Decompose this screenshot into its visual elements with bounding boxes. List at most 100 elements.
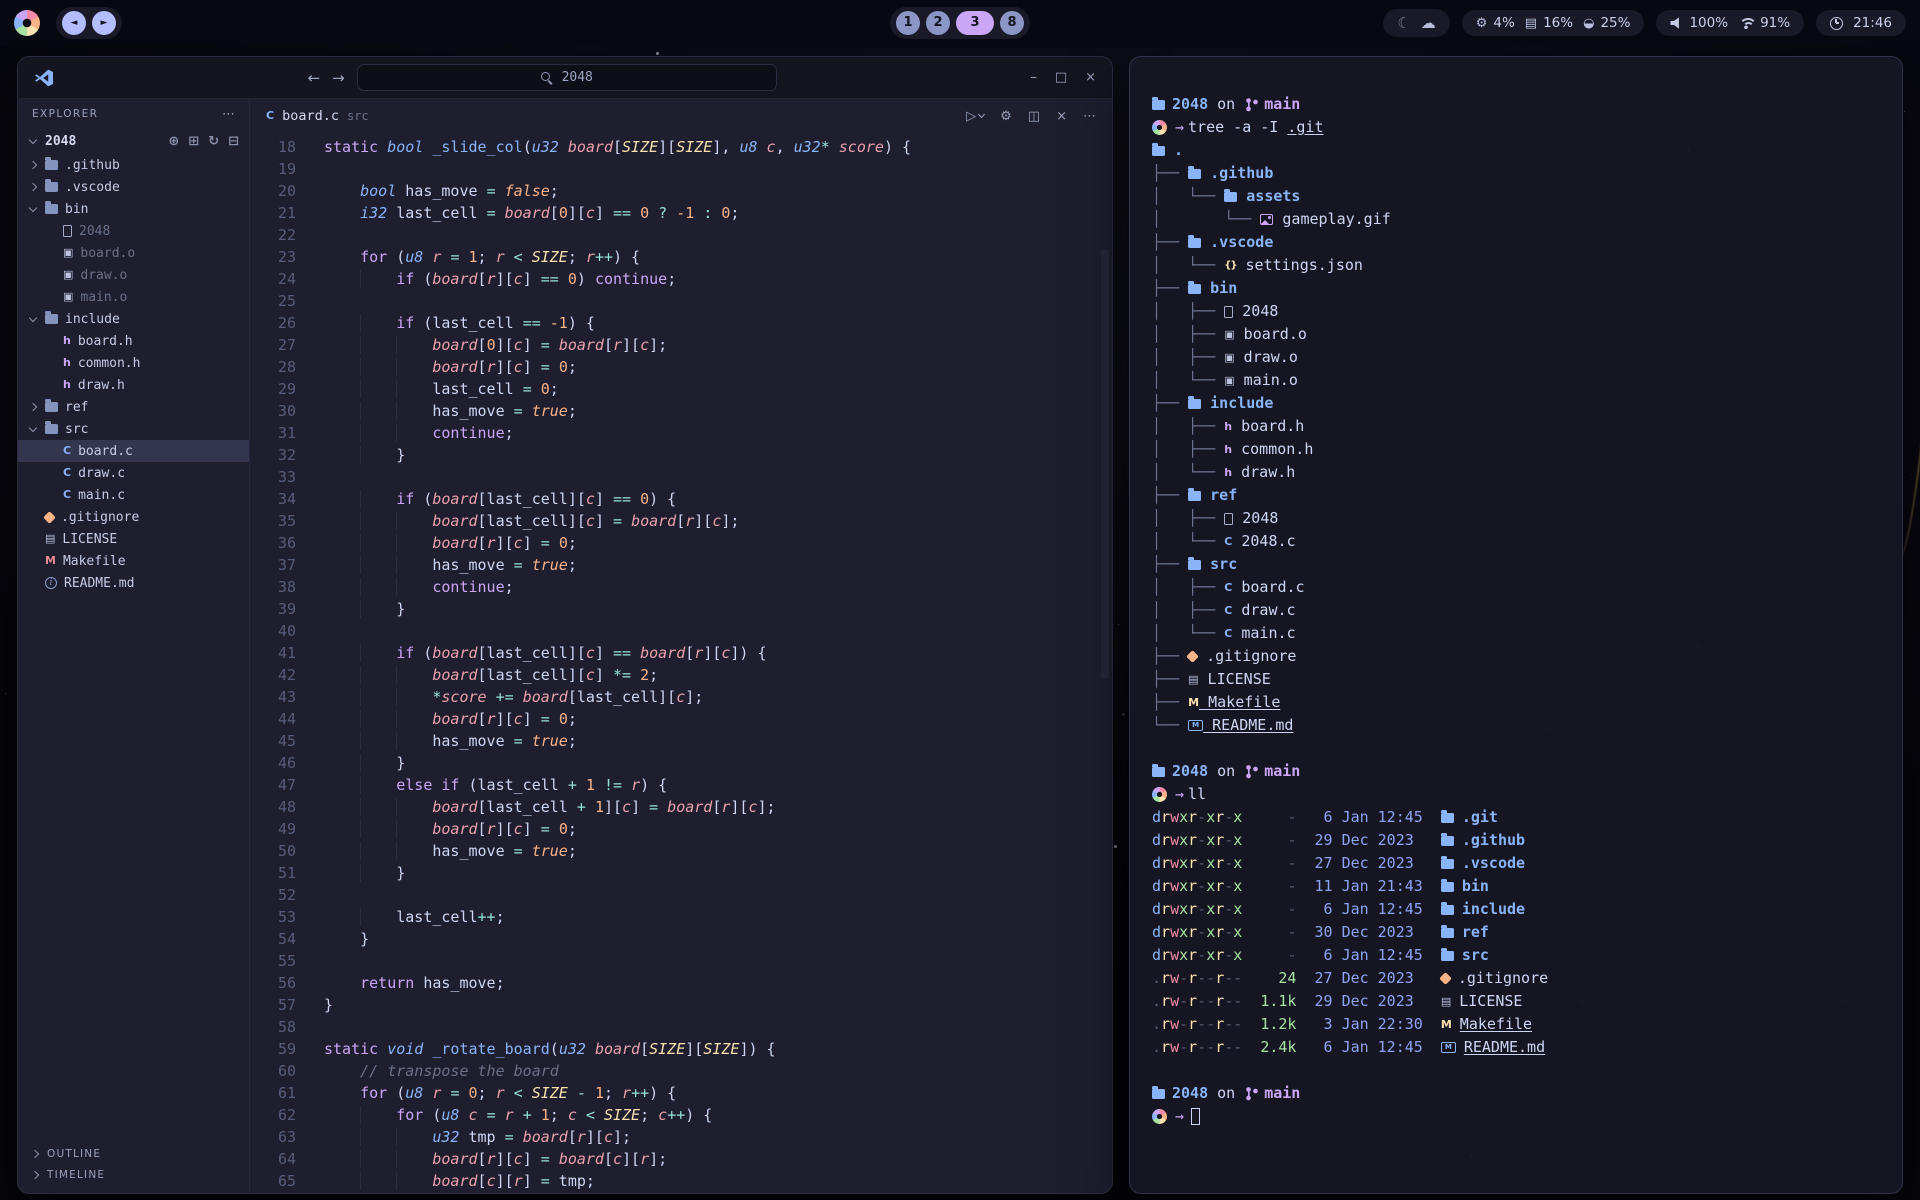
weather-widget[interactable]: ☾ ☁	[1383, 9, 1449, 37]
refresh-icon[interactable]: ↻	[208, 134, 219, 149]
explorer-item-.vscode[interactable]: .vscode	[18, 176, 249, 198]
command-center-search[interactable]: 2048	[357, 64, 777, 91]
launcher-icon[interactable]	[14, 10, 40, 36]
code-line[interactable]: 29 last_cell = 0;	[250, 380, 1112, 402]
code-line[interactable]: 44 board[r][c] = 0;	[250, 710, 1112, 732]
close-tab-icon[interactable]: ×	[1056, 109, 1067, 124]
code-line[interactable]: 31 continue;	[250, 424, 1112, 446]
explorer-item-draw.c[interactable]: Cdraw.c	[18, 462, 249, 484]
code-line[interactable]: 47 else if (last_cell + 1 != r) {	[250, 776, 1112, 798]
code-line[interactable]: 43 *score += board[last_cell][c];	[250, 688, 1112, 710]
terminal-cursor[interactable]	[1191, 1108, 1200, 1125]
new-folder-icon[interactable]: ⊞	[188, 134, 199, 149]
workspace-3-button[interactable]: 3	[956, 11, 994, 35]
code-line[interactable]: 28 board[r][c] = 0;	[250, 358, 1112, 380]
explorer-item-main.c[interactable]: Cmain.c	[18, 484, 249, 506]
explorer-item-.github[interactable]: .github	[18, 154, 249, 176]
collapse-all-icon[interactable]: ⊟	[228, 134, 239, 149]
clock-widget[interactable]: 21:46	[1816, 10, 1906, 36]
code-line[interactable]: 35 board[last_cell][c] = board[r][c];	[250, 512, 1112, 534]
code-line[interactable]: 50 has_move = true;	[250, 842, 1112, 864]
code-line[interactable]: 27 board[0][c] = board[r][c];	[250, 336, 1112, 358]
code-line[interactable]: 25	[250, 292, 1112, 314]
close-button[interactable]: ×	[1085, 70, 1096, 85]
code-line[interactable]: 49 board[r][c] = 0;	[250, 820, 1112, 842]
code-line[interactable]: 64 board[r][c] = board[c][r];	[250, 1150, 1112, 1172]
code-editor[interactable]: 18static bool _slide_col(u32 board[SIZE]…	[250, 133, 1112, 1193]
code-line[interactable]: 55	[250, 952, 1112, 974]
code-line[interactable]: 26 if (last_cell == -1) {	[250, 314, 1112, 336]
nav-forward-button[interactable]: →	[332, 69, 345, 87]
code-line[interactable]: 40	[250, 622, 1112, 644]
code-line[interactable]: 46 }	[250, 754, 1112, 776]
code-line[interactable]: 63 u32 tmp = board[r][c];	[250, 1128, 1112, 1150]
code-line[interactable]: 58	[250, 1018, 1112, 1040]
code-line[interactable]: 52	[250, 886, 1112, 908]
workspace-2-button[interactable]: 2	[926, 11, 950, 35]
code-line[interactable]: 57}	[250, 996, 1112, 1018]
explorer-item-src[interactable]: src	[18, 418, 249, 440]
code-line[interactable]: 53 last_cell++;	[250, 908, 1112, 930]
code-line[interactable]: 60 // transpose the board	[250, 1062, 1112, 1084]
terminal-window[interactable]: 2048 onmain→tree -a -I .git .├── .github…	[1129, 56, 1903, 1194]
explorer-item-bin[interactable]: bin	[18, 198, 249, 220]
explorer-item-board.h[interactable]: hboard.h	[18, 330, 249, 352]
run-button[interactable]: ▷	[966, 109, 984, 124]
code-line[interactable]: 19	[250, 160, 1112, 182]
code-line[interactable]: 61 for (u8 r = 0; r < SIZE - 1; r++) {	[250, 1084, 1112, 1106]
outline-panel[interactable]: OUTLINE	[18, 1143, 249, 1164]
split-editor-icon[interactable]: ◫	[1028, 109, 1040, 124]
code-line[interactable]: 38 continue;	[250, 578, 1112, 600]
explorer-item-ref[interactable]: ref	[18, 396, 249, 418]
explorer-item-board.o[interactable]: ▣board.o	[18, 242, 249, 264]
code-line[interactable]: 23 for (u8 r = 1; r < SIZE; r++) {	[250, 248, 1112, 270]
code-line[interactable]: 24 if (board[r][c] == 0) continue;	[250, 270, 1112, 292]
code-line[interactable]: 21 i32 last_cell = board[0][c] == 0 ? -1…	[250, 204, 1112, 226]
explorer-item-LICENSE[interactable]: ▤LICENSE	[18, 528, 249, 550]
code-line[interactable]: 42 board[last_cell][c] *= 2;	[250, 666, 1112, 688]
code-line[interactable]: 32 }	[250, 446, 1112, 468]
vscode-window[interactable]: ← → 2048 – □ × EXPLORER ⋯ 2048 ⊕ ⊞ ↻	[17, 56, 1113, 1194]
explorer-item-.gitignore[interactable]: .gitignore	[18, 506, 249, 528]
explorer-item-include[interactable]: include	[18, 308, 249, 330]
audio-network-widget[interactable]: 100%91%	[1656, 10, 1804, 36]
tab-board-c[interactable]: C board.c src	[266, 108, 369, 124]
code-line[interactable]: 59static void _rotate_board(u32 board[SI…	[250, 1040, 1112, 1062]
workspace-1-button[interactable]: 1	[896, 11, 920, 35]
code-line[interactable]: 62 for (u8 c = r + 1; c < SIZE; c++) {	[250, 1106, 1112, 1128]
explorer-item-draw.o[interactable]: ▣draw.o	[18, 264, 249, 286]
code-line[interactable]: 39 }	[250, 600, 1112, 622]
code-line[interactable]: 51 }	[250, 864, 1112, 886]
system-stats-widget[interactable]: ⚙4%▤16%◒25%	[1462, 10, 1645, 36]
code-line[interactable]: 45 has_move = true;	[250, 732, 1112, 754]
explorer-item-README.md[interactable]: iREADME.md	[18, 572, 249, 594]
settings-gear-icon[interactable]: ⚙	[1000, 109, 1012, 124]
explorer-item-main.o[interactable]: ▣main.o	[18, 286, 249, 308]
code-line[interactable]: 34 if (board[last_cell][c] == 0) {	[250, 490, 1112, 512]
code-line[interactable]: 18static bool _slide_col(u32 board[SIZE]…	[250, 138, 1112, 160]
new-file-icon[interactable]: ⊕	[168, 134, 179, 149]
code-line[interactable]: 56 return has_move;	[250, 974, 1112, 996]
explorer-item-2048[interactable]: 2048	[18, 220, 249, 242]
editor-more-icon[interactable]: ⋯	[1083, 109, 1096, 124]
timeline-panel[interactable]: TIMELINE	[18, 1164, 249, 1185]
code-line[interactable]: 54 }	[250, 930, 1112, 952]
explorer-item-Makefile[interactable]: MMakefile	[18, 550, 249, 572]
media-next-button[interactable]: ►	[92, 11, 116, 35]
explorer-item-common.h[interactable]: hcommon.h	[18, 352, 249, 374]
maximize-button[interactable]: □	[1055, 70, 1067, 85]
explorer-more-actions-icon[interactable]: ⋯	[222, 107, 235, 122]
minimize-button[interactable]: –	[1030, 70, 1037, 85]
workspace-8-button[interactable]: 8	[1000, 11, 1024, 35]
code-line[interactable]: 37 has_move = true;	[250, 556, 1112, 578]
explorer-item-board.c[interactable]: Cboard.c	[18, 440, 249, 462]
code-line[interactable]: 36 board[r][c] = 0;	[250, 534, 1112, 556]
editor-scrollbar[interactable]	[1101, 249, 1109, 679]
code-line[interactable]: 30 has_move = true;	[250, 402, 1112, 424]
code-line[interactable]: 41 if (board[last_cell][c] == board[r][c…	[250, 644, 1112, 666]
nav-back-button[interactable]: ←	[308, 69, 321, 87]
code-line[interactable]: 33	[250, 468, 1112, 490]
explorer-root-folder[interactable]: 2048 ⊕ ⊞ ↻ ⊟	[18, 129, 249, 154]
code-line[interactable]: 22	[250, 226, 1112, 248]
explorer-item-draw.h[interactable]: hdraw.h	[18, 374, 249, 396]
